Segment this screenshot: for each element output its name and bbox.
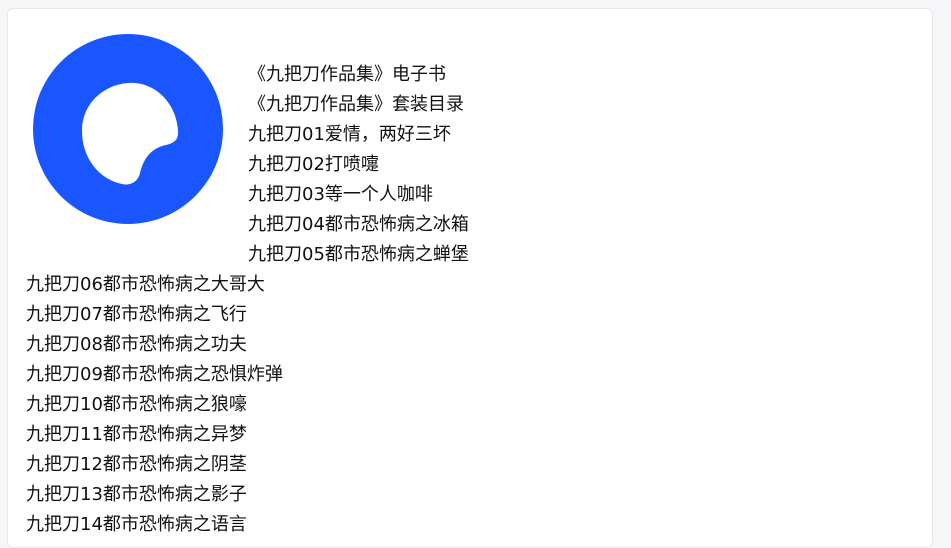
list-item[interactable]: 九把刀07都市恐怖病之飞行 (8, 300, 469, 330)
list-item[interactable]: 九把刀14都市恐怖病之语言 (8, 510, 469, 540)
content-card: 《九把刀作品集》电子书 《九把刀作品集》套装目录 九把刀01爱情，两好三坏 九把… (7, 8, 933, 548)
list-item[interactable]: 九把刀02打喷嚏 (8, 150, 469, 180)
list-item[interactable]: 九把刀12都市恐怖病之阴茎 (8, 450, 469, 480)
list-item[interactable]: 《九把刀作品集》电子书 (8, 60, 469, 90)
list-item[interactable]: 九把刀09都市恐怖病之恐惧炸弹 (8, 360, 469, 390)
list-item[interactable]: 九把刀11都市恐怖病之异梦 (8, 420, 469, 450)
list-item[interactable]: 九把刀01爱情，两好三坏 (8, 120, 469, 150)
ebook-list: 《九把刀作品集》电子书 《九把刀作品集》套装目录 九把刀01爱情，两好三坏 九把… (8, 60, 469, 540)
list-item[interactable]: 《九把刀作品集》套装目录 (8, 90, 469, 120)
list-item[interactable]: 九把刀05都市恐怖病之蝉堡 (8, 240, 469, 270)
list-item[interactable]: 九把刀10都市恐怖病之狼嚎 (8, 390, 469, 420)
list-item[interactable]: 九把刀06都市恐怖病之大哥大 (8, 270, 469, 300)
list-item[interactable]: 九把刀08都市恐怖病之功夫 (8, 330, 469, 360)
list-item[interactable]: 九把刀03等一个人咖啡 (8, 180, 469, 210)
list-item[interactable]: 九把刀04都市恐怖病之冰箱 (8, 210, 469, 240)
list-item[interactable]: 九把刀13都市恐怖病之影子 (8, 480, 469, 510)
